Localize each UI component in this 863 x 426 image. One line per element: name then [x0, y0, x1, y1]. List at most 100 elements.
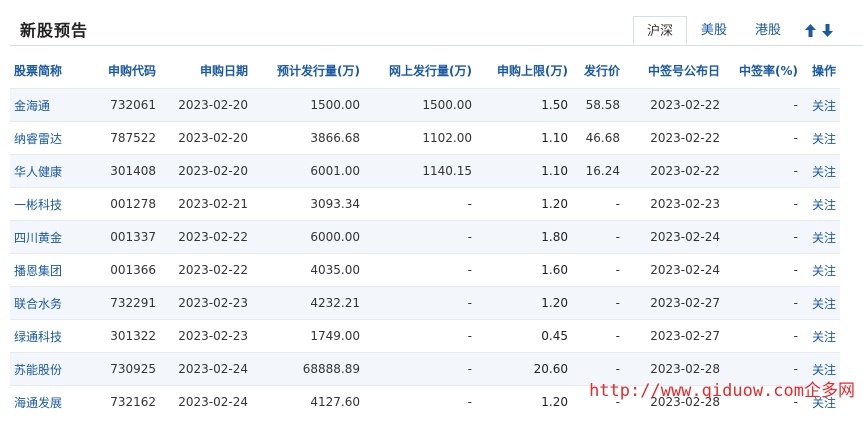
subscription-date: 2023-02-23 — [160, 286, 252, 320]
online-volume: - — [364, 352, 476, 386]
arrow-down-icon[interactable] — [822, 24, 833, 37]
col-header-action: 操作 — [811, 63, 836, 78]
planned-volume: 4035.00 — [252, 253, 364, 287]
market-tabs: 沪深 美股 港股 — [633, 16, 833, 45]
win-rate: - — [724, 253, 802, 287]
subscription-code: 732291 — [86, 286, 160, 320]
stock-name-link[interactable]: 金海通 — [10, 88, 86, 122]
col-header-name[interactable]: 股票简称 — [10, 52, 86, 89]
subscription-date: 2023-02-20 — [160, 121, 252, 155]
stock-name-link[interactable]: 联合水务 — [10, 286, 86, 320]
subscription-date: 2023-02-21 — [160, 187, 252, 221]
table-row: 一彬科技 001278 2023-02-21 3093.34-1.20-2023-02… — [10, 187, 840, 221]
announce-date: 2023-02-27 — [624, 286, 724, 320]
stock-name-link[interactable]: 纳睿雷达 — [10, 121, 86, 155]
follow-link[interactable]: 关注 — [802, 187, 840, 221]
tab-us-stocks[interactable]: 美股 — [687, 16, 741, 45]
online-volume: - — [364, 220, 476, 254]
follow-link[interactable]: 关注 — [802, 286, 840, 320]
issue-price: - — [572, 286, 624, 320]
online-volume: - — [364, 319, 476, 353]
watermark-text: http://www.qiduow.com企多网 — [589, 381, 855, 401]
issue-price: - — [572, 220, 624, 254]
subscription-date: 2023-02-22 — [160, 253, 252, 287]
issue-price: 16.24 — [572, 154, 624, 188]
stock-name-link[interactable]: 苏能股份 — [10, 352, 86, 386]
win-rate: - — [724, 187, 802, 221]
follow-link[interactable]: 关注 — [802, 220, 840, 254]
stock-name-link[interactable]: 四川黄金 — [10, 220, 86, 254]
tab-hk-stocks[interactable]: 港股 — [741, 16, 795, 45]
subscription-code: 001337 — [86, 220, 160, 254]
table-row: 联合水务 732291 2023-02-23 4232.21-1.20-2023-02… — [10, 286, 840, 320]
col-header-online-volume[interactable]: 网上发行量(万) — [364, 52, 476, 89]
planned-volume: 6000.00 — [252, 220, 364, 254]
table-row: 金海通 732061 2023-02-20 1500.00 1500.00 1.50 58.… — [10, 88, 840, 122]
online-volume: - — [364, 286, 476, 320]
win-rate: - — [724, 88, 802, 122]
table-row: 华人健康 301408 2023-02-20 6001.00 1140.15 1.10 16… — [10, 154, 840, 188]
subscription-date: 2023-02-20 — [160, 88, 252, 122]
stock-name-link[interactable]: 海通发展 — [10, 385, 86, 418]
announce-date: 2023-02-27 — [624, 319, 724, 353]
follow-link[interactable]: 关注 — [802, 253, 840, 287]
subscription-code: 732061 — [86, 88, 160, 122]
col-header-limit[interactable]: 申购上限(万) — [476, 52, 572, 89]
planned-volume: 3866.68 — [252, 121, 364, 155]
follow-link[interactable]: 关注 — [802, 319, 840, 353]
online-volume: - — [364, 385, 476, 418]
stock-name-link[interactable]: 绿通科技 — [10, 319, 86, 353]
planned-volume: 6001.00 — [252, 154, 364, 188]
planned-volume: 68888.89 — [252, 352, 364, 386]
table-header-row: 股票简称 申购代码 申购日期 预计发行量(万) 网上发行量(万) 申购上限(万)… — [10, 52, 840, 89]
online-volume: 1500.00 — [364, 88, 476, 122]
win-rate: - — [724, 220, 802, 254]
page-title: 新股预告 — [20, 21, 89, 40]
subscription-code: 787522 — [86, 121, 160, 155]
arrow-up-icon[interactable] — [805, 24, 816, 37]
online-volume: - — [364, 253, 476, 287]
col-header-code[interactable]: 申购代码 — [86, 52, 160, 89]
subscription-limit: 1.50 — [476, 88, 572, 122]
ipo-table: 股票简称 申购代码 申购日期 预计发行量(万) 网上发行量(万) 申购上限(万)… — [10, 52, 840, 418]
subscription-date: 2023-02-24 — [160, 385, 252, 418]
col-header-date[interactable]: 申购日期 — [160, 52, 252, 89]
announce-date: 2023-02-22 — [624, 88, 724, 122]
col-header-win-rate[interactable]: 中签率(%) — [724, 52, 802, 89]
announce-date: 2023-02-22 — [624, 121, 724, 155]
subscription-code: 001278 — [86, 187, 160, 221]
table-row: 纳睿雷达 787522 2023-02-20 3866.68 1102.00 1.10 46… — [10, 121, 840, 155]
section-header: 新股预告 沪深 美股 港股 — [0, 0, 863, 46]
subscription-code: 732162 — [86, 385, 160, 418]
stock-name-link[interactable]: 播恩集团 — [10, 253, 86, 287]
subscription-date: 2023-02-24 — [160, 352, 252, 386]
online-volume: - — [364, 187, 476, 221]
tab-hushen[interactable]: 沪深 — [633, 16, 687, 45]
online-volume: 1140.15 — [364, 154, 476, 188]
stock-name-link[interactable]: 华人健康 — [10, 154, 86, 188]
follow-link[interactable]: 关注 — [802, 121, 840, 155]
issue-price: - — [572, 187, 624, 221]
col-header-price[interactable]: 发行价 — [572, 52, 624, 89]
stock-name-link[interactable]: 一彬科技 — [10, 187, 86, 221]
issue-price: 58.58 — [572, 88, 624, 122]
col-header-planned-volume[interactable]: 预计发行量(万) — [252, 52, 364, 89]
follow-link[interactable]: 关注 — [802, 88, 840, 122]
issue-price: 46.68 — [572, 121, 624, 155]
announce-date: 2023-02-22 — [624, 154, 724, 188]
subscription-code: 301322 — [86, 319, 160, 353]
win-rate: - — [724, 319, 802, 353]
issue-price: - — [572, 319, 624, 353]
col-header-announce-date[interactable]: 中签号公布日 — [624, 52, 724, 89]
announce-date: 2023-02-23 — [624, 187, 724, 221]
subscription-limit: 1.20 — [476, 187, 572, 221]
follow-link[interactable]: 关注 — [802, 154, 840, 188]
subscription-code: 001366 — [86, 253, 160, 287]
announce-date: 2023-02-24 — [624, 220, 724, 254]
table-row: 绿通科技 301322 2023-02-23 1749.00-0.45-2023-02… — [10, 319, 840, 353]
subscription-limit: 1.10 — [476, 154, 572, 188]
win-rate: - — [724, 121, 802, 155]
announce-date: 2023-02-24 — [624, 253, 724, 287]
subscription-limit: 1.20 — [476, 385, 572, 418]
planned-volume: 4127.60 — [252, 385, 364, 418]
